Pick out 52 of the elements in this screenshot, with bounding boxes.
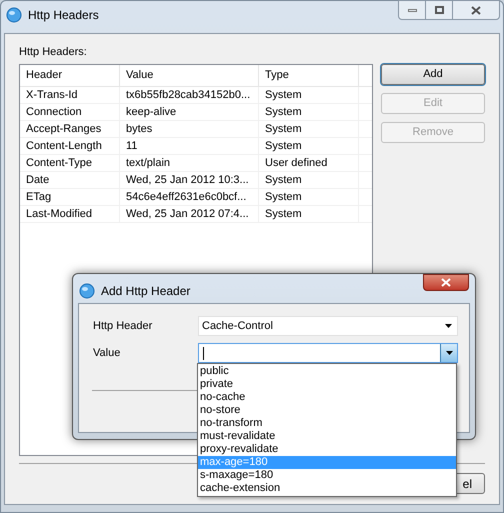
table-cell: 54c6e4eff2631e6c0bcf... bbox=[120, 189, 259, 205]
table-cell: User defined bbox=[259, 155, 359, 171]
column-header[interactable]: Value bbox=[120, 65, 259, 86]
globe-icon bbox=[79, 283, 95, 299]
table-cell: System bbox=[259, 172, 359, 188]
table-cell: Connection bbox=[20, 104, 120, 120]
maximize-button[interactable] bbox=[426, 0, 452, 20]
table-cell: System bbox=[259, 121, 359, 137]
dropdown-arrow-icon bbox=[445, 324, 452, 328]
table-cell: Content-Length bbox=[20, 138, 120, 154]
list-label: Http Headers: bbox=[19, 45, 88, 60]
close-icon bbox=[471, 6, 481, 14]
table-cell: Accept-Ranges bbox=[20, 121, 120, 137]
table-cell: Date bbox=[20, 172, 120, 188]
dropdown-option[interactable]: proxy-revalidate bbox=[198, 443, 456, 456]
column-header[interactable]: Header bbox=[20, 65, 120, 86]
dropdown-option[interactable]: no-store bbox=[198, 404, 456, 417]
dropdown-option[interactable]: no-cache bbox=[198, 391, 456, 404]
table-cell: text/plain bbox=[120, 155, 259, 171]
table-cell: System bbox=[259, 87, 359, 103]
table-cell: System bbox=[259, 138, 359, 154]
combo-box[interactable]: Cache-Control bbox=[198, 316, 458, 336]
table-cell: Wed, 25 Jan 2012 10:3... bbox=[120, 172, 259, 188]
close-icon bbox=[441, 278, 451, 287]
window-title: Http Headers bbox=[28, 7, 99, 24]
dropdown-option[interactable]: private bbox=[198, 378, 456, 391]
table-cell: 11 bbox=[120, 138, 259, 154]
table-cell: Content-Type bbox=[20, 155, 120, 171]
close-button[interactable] bbox=[452, 0, 500, 20]
add-button[interactable]: Add bbox=[381, 64, 485, 85]
globe-icon bbox=[6, 7, 22, 23]
table-cell: Wed, 25 Jan 2012 07:4... bbox=[120, 206, 259, 222]
dropdown-arrow-icon bbox=[446, 351, 452, 355]
dropdown-option[interactable]: public bbox=[198, 365, 456, 378]
table-cell: bytes bbox=[120, 121, 259, 137]
table-cell: System bbox=[259, 206, 359, 222]
field-label: Http Header bbox=[93, 318, 154, 334]
dropdown-option[interactable]: no-transform bbox=[198, 417, 456, 430]
column-header[interactable]: Type bbox=[259, 65, 359, 86]
field-label: Value bbox=[93, 346, 122, 361]
dialog-title: Add Http Header bbox=[101, 283, 190, 300]
close-button[interactable] bbox=[423, 274, 469, 291]
minimize-button[interactable] bbox=[398, 0, 426, 20]
table-cell: Last-Modified bbox=[20, 206, 120, 222]
table-cell: System bbox=[259, 189, 359, 205]
table-cell: keep-alive bbox=[120, 104, 259, 120]
table-cell: X-Trans-Id bbox=[20, 87, 120, 103]
combo-box[interactable] bbox=[198, 343, 458, 363]
table-cell: tx6b55fb28cab34152b0... bbox=[120, 87, 259, 103]
table-cell: System bbox=[259, 104, 359, 120]
table-cell: ETag bbox=[20, 189, 120, 205]
dropdown-option[interactable]: must-revalidate bbox=[198, 430, 456, 443]
